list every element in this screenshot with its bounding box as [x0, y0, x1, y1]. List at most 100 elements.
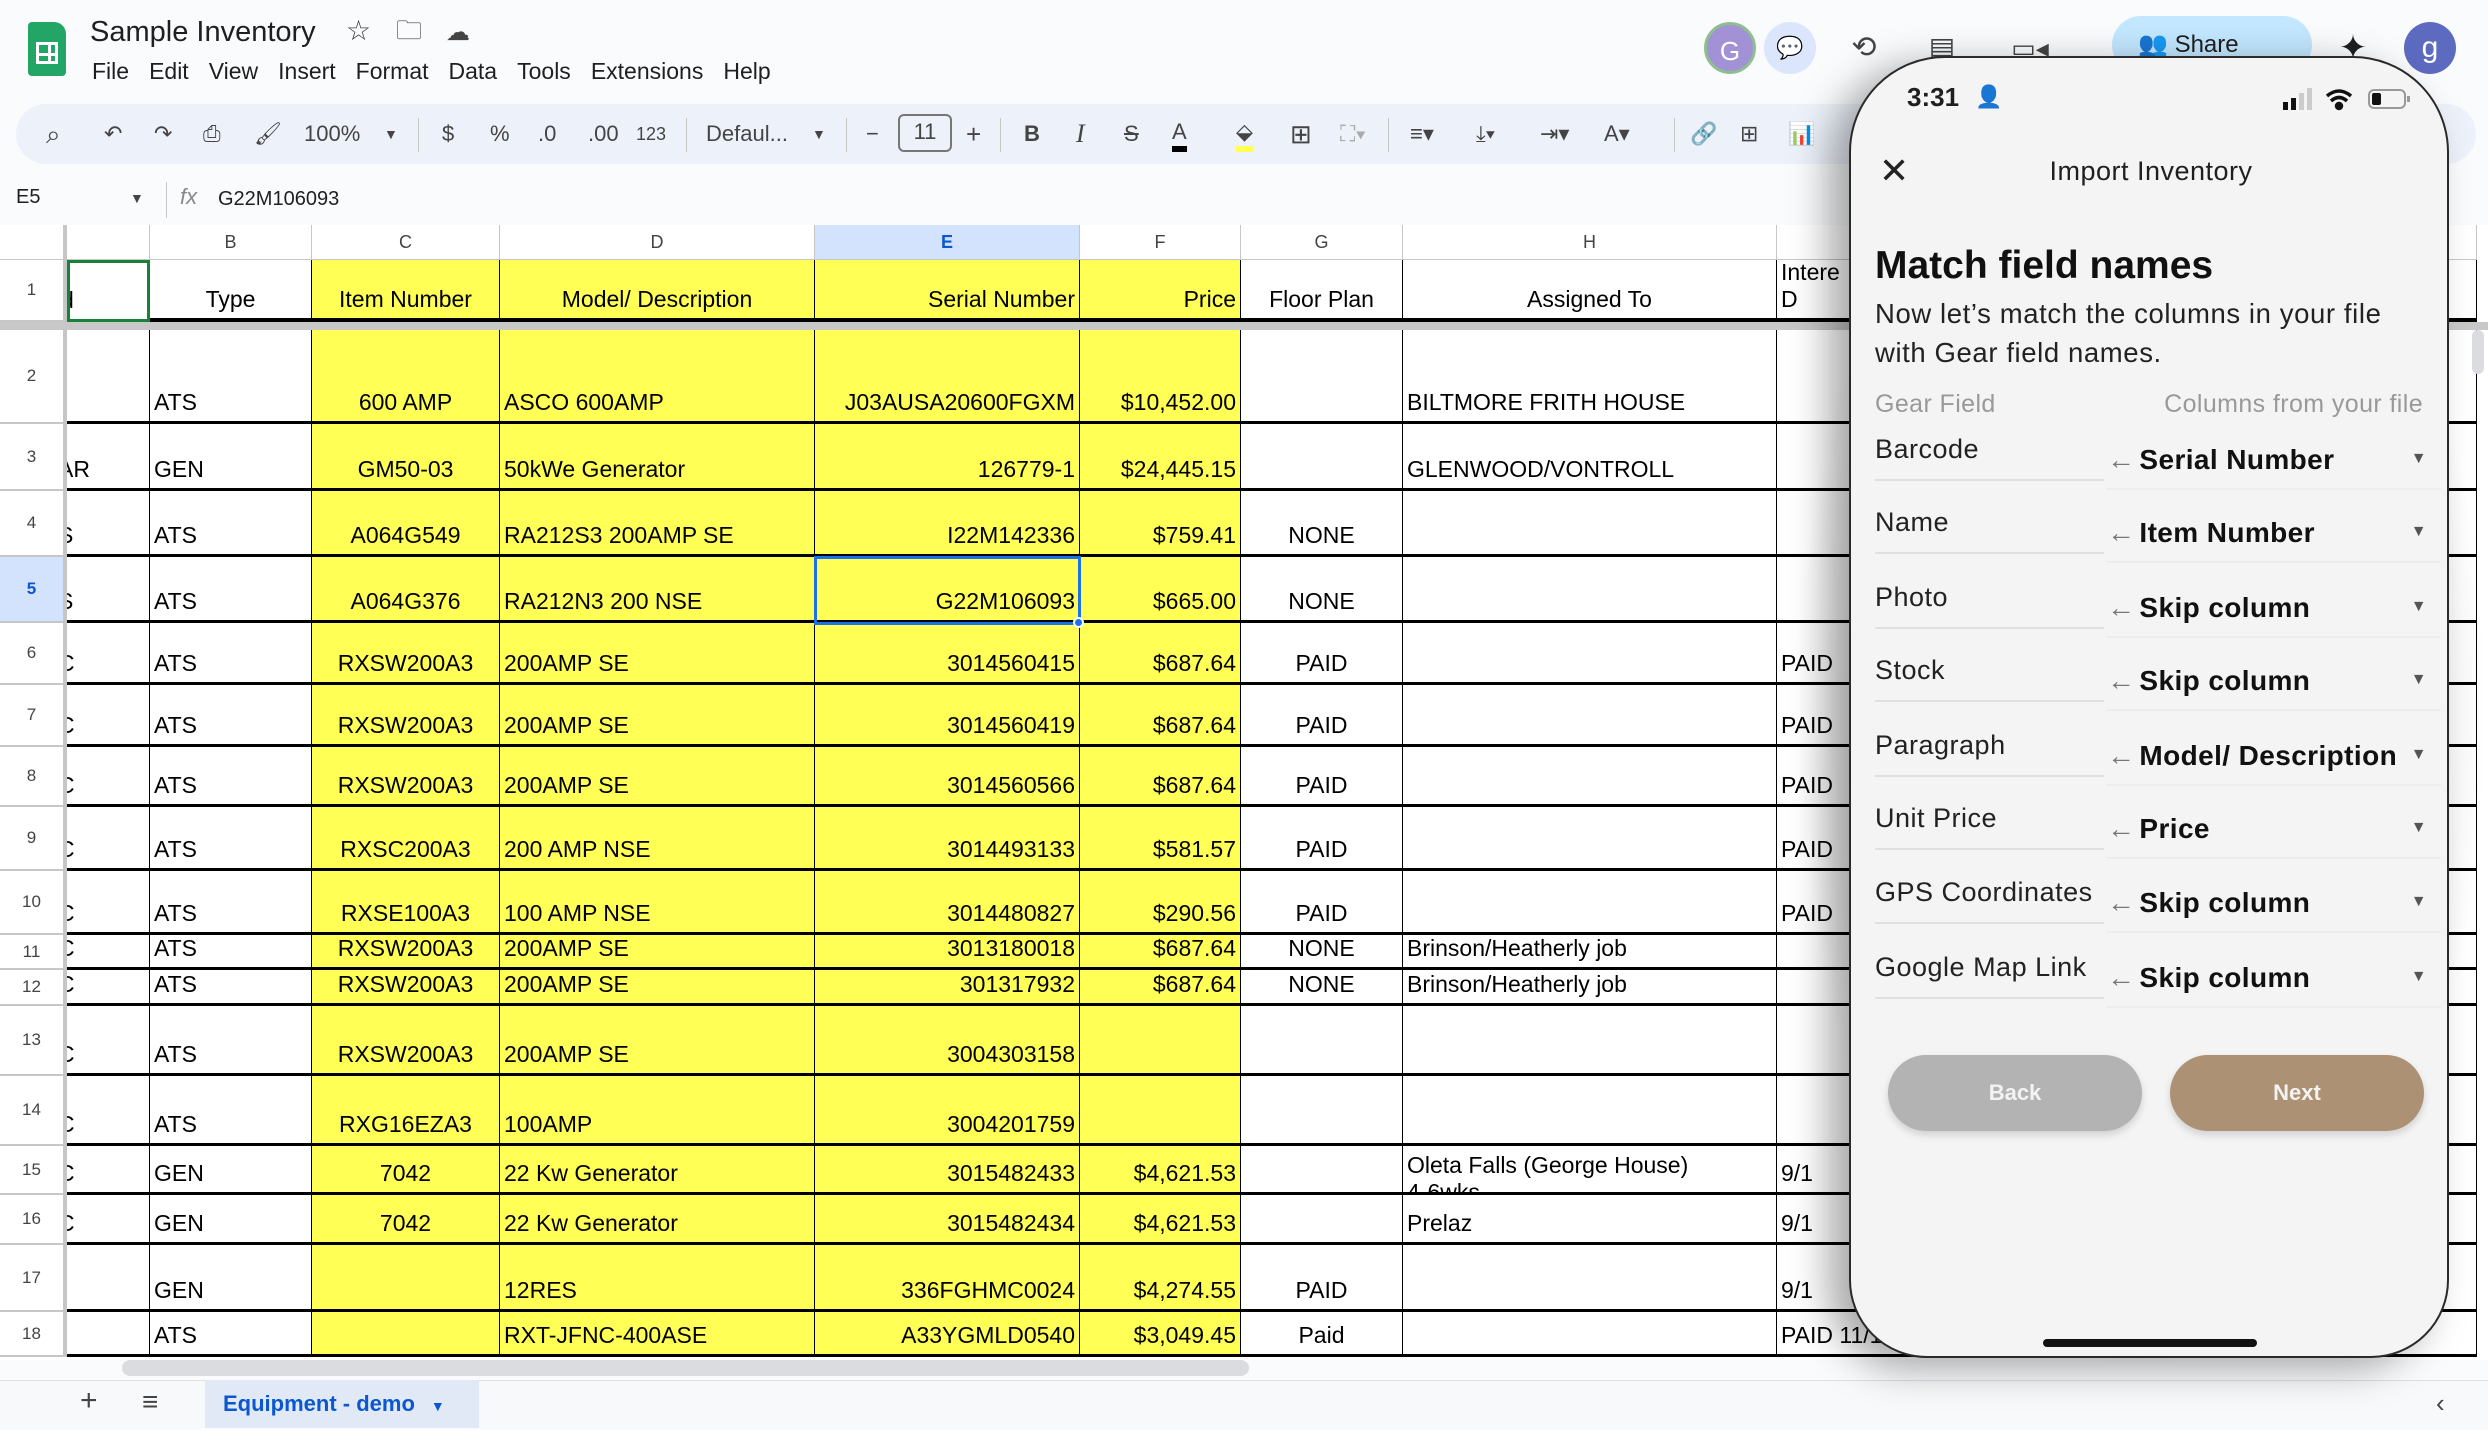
cell-floor-plan[interactable]: NONE — [1241, 935, 1403, 970]
text-rotation-icon[interactable]: A▾ — [1604, 116, 1630, 152]
row-header[interactable]: 4 — [0, 491, 67, 557]
document-title[interactable]: Sample Inventory — [90, 16, 316, 49]
cell-assigned-to[interactable] — [1403, 557, 1777, 623]
sheets-logo-icon[interactable] — [28, 22, 66, 76]
cell-floor-plan[interactable] — [1241, 1006, 1403, 1076]
cell-floor-plan[interactable]: PAID — [1241, 807, 1403, 871]
cell-floor-plan[interactable] — [1241, 1146, 1403, 1195]
cell-type[interactable]: GEN — [150, 424, 312, 491]
next-button[interactable]: Next — [2170, 1055, 2424, 1131]
cell-price[interactable]: $3,049.45 — [1080, 1312, 1241, 1357]
row-header[interactable]: 3 — [0, 424, 67, 491]
redo-icon[interactable]: ↷ — [154, 116, 172, 152]
column-header-F[interactable]: F — [1080, 225, 1241, 260]
cell-assigned-to[interactable]: Prelaz — [1403, 1195, 1777, 1245]
cell-item-number[interactable]: GM50-03 — [312, 424, 500, 491]
column-header-H[interactable]: H — [1403, 225, 1777, 260]
cell-item-number[interactable]: RXG16EZA3 — [312, 1076, 500, 1146]
cell-serial-number[interactable]: 301317932 — [815, 970, 1080, 1006]
cell-price[interactable]: $687.64 — [1080, 623, 1241, 685]
percent-button[interactable]: % — [490, 116, 510, 152]
currency-button[interactable]: $ — [442, 116, 454, 152]
cell-a[interactable]: C — [67, 1195, 150, 1245]
cell-type[interactable]: Type — [150, 260, 312, 322]
cell-floor-plan[interactable]: PAID — [1241, 623, 1403, 685]
sheet-tab-caret-icon[interactable]: ▼ — [431, 1398, 445, 1414]
cell-price[interactable]: $665.00 — [1080, 557, 1241, 623]
sheet-tab-equipment-demo[interactable]: Equipment - demo ▼ — [205, 1380, 479, 1428]
cell-type[interactable]: ATS — [150, 935, 312, 970]
cell-floor-plan[interactable]: PAID — [1241, 747, 1403, 807]
insert-comment-icon[interactable]: ⊞ — [1740, 116, 1758, 152]
cell-description[interactable]: RXT-JFNC-400ASE — [500, 1312, 815, 1357]
cell-type[interactable]: ATS — [150, 557, 312, 623]
cell-type[interactable]: ATS — [150, 970, 312, 1006]
cell-type[interactable]: ATS — [150, 1076, 312, 1146]
cell-assigned-to[interactable] — [1403, 871, 1777, 935]
select-all-corner[interactable] — [0, 225, 67, 260]
add-sheet-icon[interactable]: + — [80, 1384, 98, 1418]
cell-price[interactable]: $581.57 — [1080, 807, 1241, 871]
cell-assigned-to[interactable] — [1403, 747, 1777, 807]
cell-a[interactable]: C — [67, 1006, 150, 1076]
cell-floor-plan[interactable]: PAID — [1241, 871, 1403, 935]
bold-button[interactable]: B — [1024, 116, 1040, 152]
cell-price[interactable]: $687.64 — [1080, 685, 1241, 747]
cell-type[interactable]: ATS — [150, 491, 312, 557]
column-mapping-select[interactable]: ← Model/ Description ▼ — [2107, 740, 2441, 786]
menu-insert[interactable]: Insert — [278, 58, 336, 85]
cell-description[interactable]: 100 AMP NSE — [500, 871, 815, 935]
cell-description[interactable]: 100AMP — [500, 1076, 815, 1146]
cell-price[interactable]: $290.56 — [1080, 871, 1241, 935]
row-header[interactable]: 7 — [0, 685, 67, 747]
cell-a[interactable]: S — [67, 491, 150, 557]
cell-price[interactable]: $687.64 — [1080, 747, 1241, 807]
cell-description[interactable]: Model/ Description — [500, 260, 815, 322]
cell-item-number[interactable]: RXSE100A3 — [312, 871, 500, 935]
star-icon[interactable]: ☆ — [346, 14, 371, 47]
menu-view[interactable]: View — [209, 58, 258, 85]
cell-a[interactable]: C — [67, 623, 150, 685]
row-header[interactable]: 18 — [0, 1312, 67, 1357]
cell-type[interactable]: ATS — [150, 685, 312, 747]
cell-type[interactable]: ATS — [150, 330, 312, 424]
borders-icon[interactable]: ⊞ — [1290, 116, 1312, 152]
cell-floor-plan[interactable]: Paid — [1241, 1312, 1403, 1357]
italic-button[interactable]: I — [1076, 116, 1085, 152]
row-header[interactable]: 11 — [0, 935, 67, 970]
insert-link-icon[interactable]: 🔗 — [1690, 116, 1717, 152]
strikethrough-button[interactable]: S — [1124, 116, 1139, 152]
cell-assigned-to[interactable]: Brinson/Heatherly job — [1403, 970, 1777, 1006]
cell-a[interactable]: AR — [67, 424, 150, 491]
cell-a[interactable]: C — [67, 1146, 150, 1195]
cell-assigned-to[interactable] — [1403, 1312, 1777, 1357]
text-wrap-icon[interactable]: ⇥▾ — [1540, 116, 1569, 152]
column-header-G[interactable]: G — [1241, 225, 1403, 260]
menu-file[interactable]: File — [92, 58, 129, 85]
font-select[interactable]: Defaul... — [706, 116, 788, 152]
column-header-B[interactable]: B — [150, 225, 312, 260]
cell-floor-plan[interactable] — [1241, 1195, 1403, 1245]
column-header-partial[interactable] — [67, 225, 150, 260]
menu-help[interactable]: Help — [723, 58, 770, 85]
cell-assigned-to[interactable] — [1403, 807, 1777, 871]
cell-serial-number[interactable]: I22M142336 — [815, 491, 1080, 557]
cell-item-number[interactable] — [312, 1312, 500, 1357]
cell-floor-plan[interactable]: PAID — [1241, 1245, 1403, 1312]
undo-icon[interactable]: ↶ — [104, 116, 122, 152]
cell-description[interactable]: 200AMP SE — [500, 970, 815, 1006]
cell-serial-number[interactable]: 3004303158 — [815, 1006, 1080, 1076]
cell-a[interactable] — [67, 1312, 150, 1357]
cell-floor-plan[interactable] — [1241, 330, 1403, 424]
column-mapping-select[interactable]: ← Item Number ▼ — [2107, 517, 2441, 563]
cell-serial-number[interactable]: 3014560566 — [815, 747, 1080, 807]
cell-description[interactable]: 200AMP SE — [500, 623, 815, 685]
cell-assigned-to[interactable] — [1403, 1076, 1777, 1146]
cell-price[interactable]: $10,452.00 — [1080, 330, 1241, 424]
column-mapping-select[interactable]: ← Skip column ▼ — [2107, 962, 2441, 1008]
cell-item-number[interactable]: RXSW200A3 — [312, 970, 500, 1006]
cell-description[interactable]: 50kWe Generator — [500, 424, 815, 491]
row-header[interactable]: 15 — [0, 1146, 67, 1195]
cell-serial-number[interactable]: 3015482433 — [815, 1146, 1080, 1195]
row-header[interactable]: 14 — [0, 1076, 67, 1146]
